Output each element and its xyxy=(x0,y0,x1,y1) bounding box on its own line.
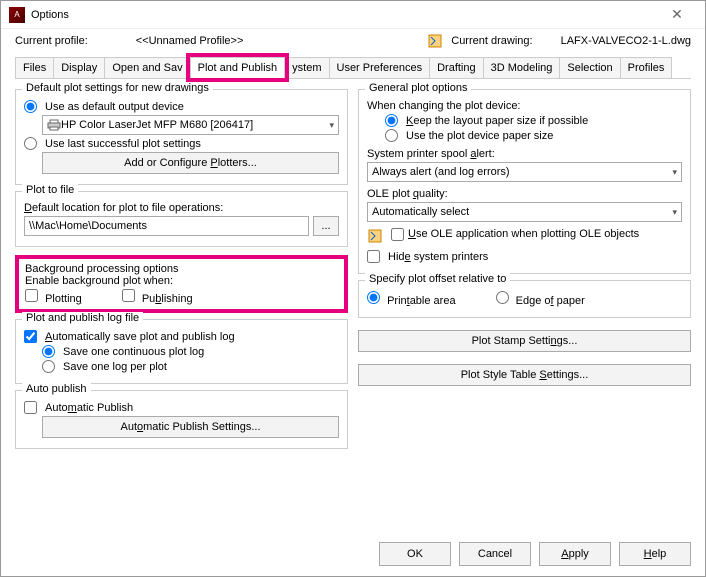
ole-quality-value: Automatically select xyxy=(372,206,469,218)
tab-bar: Files Display Open and Sav Plot and Publ… xyxy=(15,57,691,79)
group-log-file: Plot and publish log file Automatically … xyxy=(15,319,348,384)
tab-system[interactable]: ystem xyxy=(284,57,329,78)
group-general-plot: General plot options When changing the p… xyxy=(358,89,691,274)
legend-general-plot: General plot options xyxy=(365,82,471,94)
checkbox-hide-printers-input[interactable] xyxy=(367,250,380,263)
plot-stamp-settings-button[interactable]: Plot Stamp Settings... xyxy=(358,330,691,352)
plot-style-table-settings-button[interactable]: Plot Style Table Settings... xyxy=(358,364,691,386)
app-icon: A xyxy=(9,7,25,23)
default-location-label: Default location for plot to file operat… xyxy=(24,202,339,214)
enable-background-label: Enable background plot when: xyxy=(25,275,338,287)
radio-use-default-device-input[interactable] xyxy=(24,100,37,113)
radio-printable-area-input[interactable] xyxy=(367,291,380,304)
radio-printable-area[interactable]: Printable area xyxy=(367,291,456,307)
tab-selection[interactable]: Selection xyxy=(559,57,620,78)
chevron-down-icon: ▾ xyxy=(329,120,334,131)
plot-file-path-input[interactable] xyxy=(24,216,309,236)
radio-keep-layout-input[interactable] xyxy=(385,114,398,127)
radio-use-device-paper-input[interactable] xyxy=(385,129,398,142)
dwg-icon xyxy=(367,228,383,244)
tab-user-preferences[interactable]: User Preferences xyxy=(329,57,431,78)
group-plot-to-file: Plot to file Default location for plot t… xyxy=(15,191,348,247)
radio-edge-of-paper[interactable]: Edge of paper xyxy=(496,291,585,307)
checkbox-automatic-publish-input[interactable] xyxy=(24,401,37,414)
radio-keep-layout[interactable]: Keep the layout paper size if possible xyxy=(385,114,682,127)
close-icon[interactable]: ✕ xyxy=(657,6,697,23)
checkbox-automatic-publish[interactable]: Automatic Publish xyxy=(24,401,339,414)
radio-use-last-plot-input[interactable] xyxy=(24,137,37,150)
legend-plot-to-file: Plot to file xyxy=(22,184,78,196)
tab-drafting[interactable]: Drafting xyxy=(429,57,484,78)
window-title: Options xyxy=(31,9,657,21)
checkbox-plotting-input[interactable] xyxy=(25,289,38,302)
radio-one-continuous-input[interactable] xyxy=(42,345,55,358)
checkbox-use-ole-app-input[interactable] xyxy=(391,228,404,241)
checkbox-publishing[interactable]: Publishing xyxy=(122,289,193,305)
profile-row: Current profile: <<Unnamed Profile>> Cur… xyxy=(1,29,705,53)
spool-alert-label: System printer spool alert: xyxy=(367,148,682,160)
dwg-icon xyxy=(427,33,443,49)
spool-alert-value: Always alert (and log errors) xyxy=(372,166,510,178)
printer-dropdown[interactable]: HP Color LaserJet MFP M680 [206417] ▾ xyxy=(42,115,339,135)
legend-log-file: Plot and publish log file xyxy=(22,312,143,324)
radio-one-continuous[interactable]: Save one continuous plot log xyxy=(42,345,339,358)
group-plot-offset: Specify plot offset relative to Printabl… xyxy=(358,280,691,318)
browse-button[interactable]: ... xyxy=(313,216,339,236)
changing-device-label: When changing the plot device: xyxy=(367,100,682,112)
checkbox-publishing-input[interactable] xyxy=(122,289,135,302)
spool-alert-dropdown[interactable]: Always alert (and log errors) ▾ xyxy=(367,162,682,182)
radio-one-per-plot[interactable]: Save one log per plot xyxy=(42,360,339,373)
automatic-publish-settings-button[interactable]: Automatic Publish Settings... xyxy=(42,416,339,438)
checkbox-hide-printers[interactable]: Hide system printers xyxy=(367,250,682,263)
current-profile-value: <<Unnamed Profile>> xyxy=(136,35,244,47)
help-button[interactable]: Help xyxy=(619,542,691,566)
current-profile-label: Current profile: xyxy=(15,35,88,47)
checkbox-use-ole-app[interactable]: Use OLE application when plotting OLE ob… xyxy=(391,228,639,241)
group-auto-publish: Auto publish Automatic Publish Automatic… xyxy=(15,390,348,449)
apply-button[interactable]: Apply xyxy=(539,542,611,566)
current-drawing-label: Current drawing: xyxy=(451,35,532,47)
printer-dropdown-value: HP Color LaserJet MFP M680 [206417] xyxy=(61,119,253,131)
checkbox-auto-save-log-input[interactable] xyxy=(24,330,37,343)
radio-use-default-device[interactable]: Use as default output device xyxy=(24,100,339,113)
printer-icon xyxy=(47,119,61,131)
titlebar: A Options ✕ xyxy=(1,1,705,29)
ok-button[interactable]: OK xyxy=(379,542,451,566)
radio-use-last-plot[interactable]: Use last successful plot settings xyxy=(24,137,339,150)
group-default-plot: Default plot settings for new drawings U… xyxy=(15,89,348,185)
radio-edge-of-paper-input[interactable] xyxy=(496,291,509,304)
legend-background: Background processing options xyxy=(25,263,338,275)
radio-one-per-plot-input[interactable] xyxy=(42,360,55,373)
tab-open-save[interactable]: Open and Sav xyxy=(104,57,190,78)
legend-auto-publish: Auto publish xyxy=(22,383,91,395)
group-background-processing: Background processing options Enable bac… xyxy=(15,255,348,313)
tab-3d-modeling[interactable]: 3D Modeling xyxy=(483,57,561,78)
ole-quality-dropdown[interactable]: Automatically select ▾ xyxy=(367,202,682,222)
add-configure-plotters-button[interactable]: Add or Configure Plotters... xyxy=(42,152,339,174)
legend-default-plot: Default plot settings for new drawings xyxy=(22,82,213,94)
dialog-buttons: OK Cancel Apply Help xyxy=(379,542,691,566)
tab-display[interactable]: Display xyxy=(53,57,105,78)
chevron-down-icon: ▾ xyxy=(672,207,677,218)
cancel-button[interactable]: Cancel xyxy=(459,542,531,566)
checkbox-auto-save-log[interactable]: Automatically save plot and publish log xyxy=(24,330,339,343)
legend-plot-offset: Specify plot offset relative to xyxy=(365,273,510,285)
tab-profiles[interactable]: Profiles xyxy=(620,57,673,78)
checkbox-plotting[interactable]: Plotting xyxy=(25,289,82,305)
tab-files[interactable]: Files xyxy=(15,57,54,78)
chevron-down-icon: ▾ xyxy=(672,167,677,178)
ole-quality-label: OLE plot quality: xyxy=(367,188,682,200)
current-drawing-value: LAFX-VALVECO2-1-L.dwg xyxy=(561,35,691,47)
radio-use-device-paper[interactable]: Use the plot device paper size xyxy=(385,129,682,142)
tab-plot-publish[interactable]: Plot and Publish xyxy=(190,57,286,78)
